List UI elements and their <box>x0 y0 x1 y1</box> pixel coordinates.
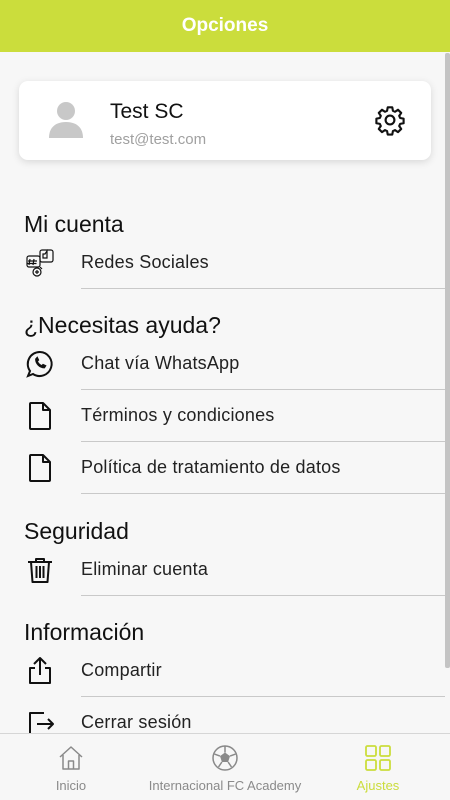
section-title-informacion: Información <box>24 619 145 645</box>
menu-item-label: Chat vía WhatsApp <box>81 353 240 373</box>
document-icon <box>29 454 51 482</box>
grid-icon <box>365 745 391 771</box>
profile-name: Test SC <box>110 100 184 123</box>
menu-item-label: Cerrar sesión <box>81 712 192 732</box>
divider <box>81 696 445 697</box>
section-title-seguridad: Seguridad <box>24 518 129 544</box>
menu-item-whatsapp[interactable]: Chat vía WhatsApp <box>0 340 445 390</box>
tab-label: Internacional FC Academy <box>148 778 302 793</box>
divider <box>81 441 445 442</box>
scrollbar[interactable] <box>445 53 450 668</box>
tab-bar: Inicio Internacional FC Academy Ajustes <box>0 733 450 800</box>
menu-item-redes-sociales[interactable]: Redes Sociales <box>0 239 445 289</box>
section-title-ayuda: ¿Necesitas ayuda? <box>24 312 221 338</box>
home-icon <box>59 746 83 770</box>
trash-icon <box>28 558 52 583</box>
divider <box>81 595 445 596</box>
document-icon <box>29 402 51 430</box>
profile-email: test@test.com <box>110 131 207 148</box>
section-title-mi-cuenta: Mi cuenta <box>24 211 124 237</box>
social-networks-icon <box>26 249 54 277</box>
menu-item-label: Términos y condiciones <box>81 405 275 425</box>
app-header: Opciones <box>0 0 450 52</box>
menu-item-terminos[interactable]: Términos y condiciones <box>0 392 445 442</box>
divider <box>81 493 445 494</box>
menu-item-label: Eliminar cuenta <box>81 559 209 579</box>
tab-label: Ajustes <box>356 778 400 793</box>
menu-item-compartir[interactable]: Compartir <box>0 647 445 697</box>
divider <box>81 288 445 289</box>
profile-card[interactable]: Test SC test@test.com <box>19 81 431 160</box>
tab-ajustes[interactable]: Ajustes <box>345 734 411 800</box>
menu-item-label: Política de tratamiento de datos <box>81 457 341 477</box>
tab-label: Inicio <box>55 778 87 793</box>
gear-icon[interactable] <box>374 104 406 136</box>
page-title: Opciones <box>181 15 269 36</box>
whatsapp-icon <box>26 350 53 378</box>
soccer-ball-icon <box>212 745 238 771</box>
tab-academy[interactable]: Internacional FC Academy <box>140 734 310 800</box>
menu-item-politica-datos[interactable]: Política de tratamiento de datos <box>0 444 445 494</box>
menu-item-label: Compartir <box>81 660 162 680</box>
avatar-icon <box>49 102 83 138</box>
divider <box>81 389 445 390</box>
share-icon <box>29 657 51 684</box>
menu-item-eliminar-cuenta[interactable]: Eliminar cuenta <box>0 546 445 596</box>
menu-item-label: Redes Sociales <box>81 252 209 272</box>
tab-inicio[interactable]: Inicio <box>42 734 100 800</box>
